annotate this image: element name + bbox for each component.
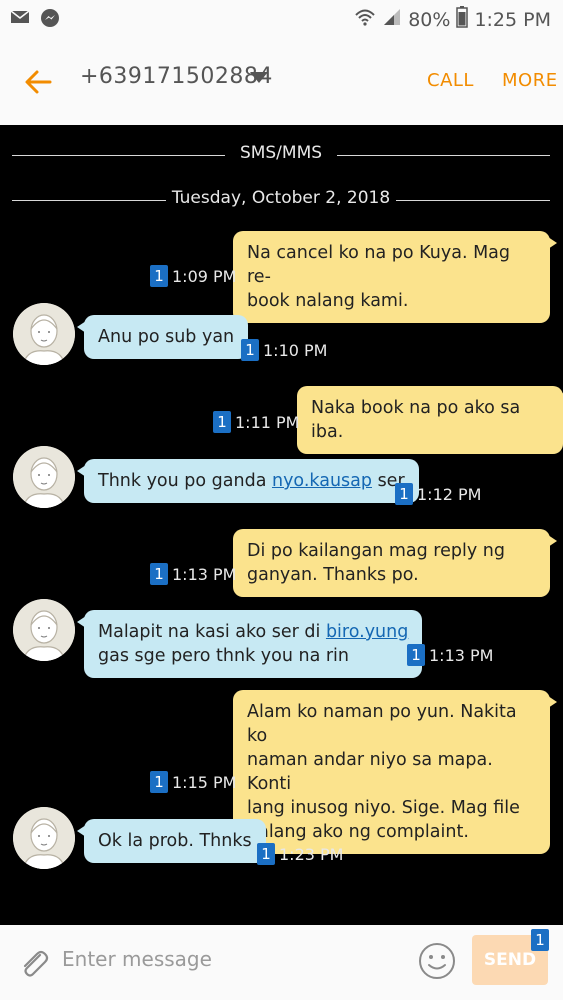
message-bubble-incoming[interactable]: Malapit na kasi ako ser di biro.yung gas…: [76, 610, 423, 678]
battery-icon: [456, 6, 469, 33]
sim-icon: 1: [150, 563, 168, 585]
sim-icon: 1: [241, 339, 259, 361]
message-composer: SEND 1: [0, 925, 563, 1000]
sim-icon: 1: [407, 644, 425, 666]
message-meta: 1 1:23 PM: [257, 843, 343, 865]
messenger-icon: [40, 8, 60, 32]
sim-icon: 1: [257, 843, 275, 865]
message-input[interactable]: [62, 939, 402, 979]
message-text: ganyan. Thanks po.: [247, 565, 419, 585]
contact-avatar[interactable]: [13, 807, 75, 869]
signal-icon: [382, 7, 402, 32]
message-text: Na cancel ko na po Kuya. Mag re-: [247, 243, 510, 287]
chevron-down-icon[interactable]: [250, 72, 268, 83]
sim-icon: 1: [395, 483, 413, 505]
message-meta: 1 1:10 PM: [241, 339, 327, 361]
contact-avatar[interactable]: [13, 303, 75, 365]
person-icon: [13, 303, 75, 365]
message-link[interactable]: nyo.kausap: [272, 471, 372, 491]
message-time: 1:13 PM: [172, 564, 237, 584]
call-button[interactable]: CALL: [427, 70, 474, 91]
message-text: book nalang kami.: [247, 291, 409, 311]
arrow-left-icon: [25, 70, 52, 94]
smiley-icon[interactable]: [417, 941, 457, 981]
message-bubble-incoming[interactable]: Anu po sub yan: [76, 315, 249, 359]
message-time: 1:13 PM: [429, 645, 494, 665]
message-link[interactable]: biro.yung: [326, 622, 408, 642]
message-bubble-outgoing[interactable]: Naka book na po ako sa iba.: [297, 386, 563, 454]
section-label: SMS/MMS: [239, 143, 323, 163]
message-time: 1:09 PM: [172, 266, 237, 286]
message-text: Anu po sub yan: [98, 327, 235, 347]
message-time: 1:12 PM: [417, 484, 482, 504]
conversation-header: +639171502884 CALL MORE: [0, 36, 563, 125]
contact-number[interactable]: +639171502884: [80, 64, 273, 89]
mail-icon: [10, 8, 30, 32]
sim-icon: 1: [150, 771, 168, 793]
message-text: Thnk you po ganda: [98, 471, 272, 491]
sim-icon: 1: [150, 265, 168, 287]
status-bar: 80% 1:25 PM: [0, 0, 563, 36]
message-time: 1:11 PM: [235, 412, 300, 432]
date-label: Tuesday, October 2, 2018: [171, 188, 391, 208]
message-meta: 1 1:13 PM: [407, 644, 493, 666]
message-time: 1:15 PM: [172, 772, 237, 792]
message-meta: 1 1:11 PM: [213, 411, 299, 433]
more-button[interactable]: MORE: [502, 70, 558, 91]
contact-avatar[interactable]: [13, 446, 75, 508]
message-text: Ok la prob. Thnks: [98, 831, 252, 851]
message-bubble-incoming[interactable]: Thnk you po ganda nyo.kausap ser: [77, 459, 419, 503]
message-text: lang inusog niyo. Sige. Mag file: [247, 798, 520, 818]
message-meta: 1 1:12 PM: [395, 483, 481, 505]
message-meta: 1 1:13 PM: [150, 563, 236, 585]
message-text: Naka book na po ako sa iba.: [311, 398, 521, 442]
sim-icon: 1: [213, 411, 231, 433]
message-text: naman andar niyo sa mapa. Konti: [247, 750, 493, 794]
section-divider: SMS/MMS: [12, 143, 550, 167]
person-icon: [13, 807, 75, 869]
message-time: 1:10 PM: [263, 340, 328, 360]
back-button[interactable]: [20, 64, 56, 100]
date-divider: Tuesday, October 2, 2018: [12, 188, 550, 212]
message-text: Di po kailangan mag reply ng: [247, 541, 505, 561]
sim-icon: 1: [531, 929, 549, 951]
message-text: Alam ko naman po yun. Nakita ko: [247, 702, 517, 746]
message-list[interactable]: SMS/MMS Tuesday, October 2, 2018 Na canc…: [0, 125, 563, 925]
message-text: gas sge pero thnk you na rin: [98, 646, 350, 666]
message-text: nalang ako ng complaint.: [247, 822, 469, 842]
message-meta: 1 1:15 PM: [150, 771, 236, 793]
clock: 1:25 PM: [474, 8, 551, 31]
message-text: Malapit na kasi ako ser di: [98, 622, 326, 642]
message-bubble-incoming[interactable]: Ok la prob. Thnks: [77, 819, 266, 863]
message-bubble-outgoing[interactable]: Alam ko naman po yun. Nakita ko naman an…: [233, 690, 557, 854]
battery-percent: 80%: [408, 8, 451, 31]
person-icon: [13, 446, 75, 508]
message-bubble-outgoing[interactable]: Di po kailangan mag reply ng ganyan. Tha…: [233, 529, 557, 597]
message-bubble-outgoing[interactable]: Na cancel ko na po Kuya. Mag re- book na…: [233, 231, 557, 323]
paperclip-icon[interactable]: [16, 945, 52, 981]
wifi-icon: [354, 7, 376, 32]
message-meta: 1 1:09 PM: [150, 265, 236, 287]
message-time: 1:23 PM: [279, 844, 344, 864]
contact-avatar[interactable]: [13, 599, 75, 661]
person-icon: [13, 599, 75, 661]
